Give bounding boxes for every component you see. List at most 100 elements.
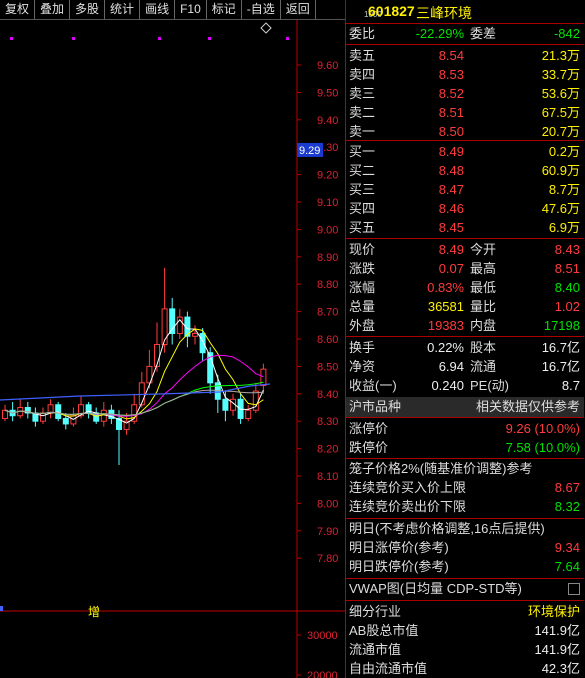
fin-label: 流通 (470, 359, 497, 374)
toolbar-button-0[interactable]: 复权 (0, 0, 36, 19)
buy-price: 8.48 (438, 163, 464, 178)
toolbar-button-4[interactable]: 画线 (140, 0, 176, 19)
y-tick-label: 8.60 (317, 334, 338, 346)
volume-tick-label: 30000 (307, 630, 338, 642)
buy-volume: 0.2万 (548, 144, 580, 159)
limit-row: 跌停价 7.58 (10.0%) (346, 439, 584, 457)
sell-row: 卖四 8.53 33.7万 (346, 66, 584, 84)
quote-label: 现价 (349, 242, 376, 257)
sell-label: 卖四 (349, 67, 376, 82)
buy-price: 8.49 (438, 144, 464, 159)
buy-label: 买一 (349, 144, 376, 159)
toolbar-button-2[interactable]: 多股 (70, 0, 106, 19)
y-tick-label: 9.60 (317, 60, 338, 72)
y-tick-label: 9.00 (317, 224, 338, 236)
sell-price: 8.54 (438, 48, 464, 63)
sell-price: 8.52 (438, 86, 464, 101)
quote-label: 今开 (470, 242, 497, 257)
stock-code[interactable]: 601827 (368, 3, 415, 19)
sell-row: 卖三 8.52 53.6万 (346, 85, 584, 103)
tomorrow-row: 明日涨停价(参考) 9.34 (346, 539, 584, 557)
cage-row: 连续竞价卖出价下限 8.32 (346, 498, 584, 516)
y-tick-label: 8.90 (317, 252, 338, 264)
buy-label: 买四 (349, 201, 376, 216)
buy-volume: 47.6万 (541, 201, 580, 216)
buy-label: 买三 (349, 182, 376, 197)
toolbar-button-6[interactable]: 标记 (207, 0, 242, 19)
candle-body (138, 382, 145, 406)
vwap-row[interactable]: VWAP图(日均量 CDP-STD等) (346, 580, 584, 598)
buy-row: 买一 8.49 0.2万 (346, 143, 584, 161)
toolbar-button-3[interactable]: 统计 (105, 0, 141, 19)
marker-dot (208, 37, 211, 40)
quote-label: 外盘 (349, 318, 376, 333)
marker-dot (10, 37, 13, 40)
industry-label: AB股总市值 (349, 623, 419, 638)
y-tick-label: 7.80 (317, 553, 338, 565)
fin-label: 股本 (470, 340, 497, 355)
industry-row: 细分行业 环境保护 (346, 603, 584, 621)
volume-tick-label: 20000 (307, 670, 338, 678)
tomorrow-value: 7.64 (554, 559, 580, 574)
fin-value: 0.22% (427, 340, 464, 355)
quote-value: 0.07 (438, 261, 464, 276)
toolbar-button-8[interactable]: 返回 (281, 0, 316, 19)
sell-row: 卖五 8.54 21.3万 (346, 47, 584, 65)
buy-row: 买五 8.45 6.9万 (346, 219, 584, 237)
weicha-value: -842 (553, 26, 580, 41)
weibi-value: -22.29% (415, 26, 464, 41)
fin-row: 换手 0.22% 股本 16.7亿 (346, 339, 584, 357)
industry-value: 42.3亿 (541, 661, 580, 676)
sell-price: 8.51 (438, 105, 464, 120)
y-tick-label: 7.90 (317, 526, 338, 538)
y-tick-label: 8.10 (317, 471, 338, 483)
fin-row: 净资 6.94 流通 16.7亿 (346, 358, 584, 376)
sell-volume: 21.3万 (541, 48, 580, 63)
quote-value: 19383 (427, 318, 464, 333)
kline-chart[interactable]: 9.609.509.409.309.209.109.008.908.808.70… (0, 20, 345, 678)
sell-price: 8.53 (438, 67, 464, 82)
quote-label: 总量 (349, 299, 376, 314)
sell-label: 卖一 (349, 124, 376, 139)
quote-value: 36581 (427, 299, 464, 314)
chart-toggle-icon[interactable] (568, 583, 580, 595)
market-row: 沪市品种 相关数据仅供参考 (346, 398, 584, 416)
quote-label: 最高 (470, 261, 497, 276)
tomorrow-label: 明日跌停价(参考) (349, 559, 449, 574)
candle-body (199, 333, 206, 354)
buy-label: 买二 (349, 163, 376, 178)
sell-row: 卖二 8.51 67.5万 (346, 104, 584, 122)
limit-value: 7.58 (10.0%) (505, 440, 580, 455)
fin-value: 6.94 (438, 359, 464, 374)
volume-indicator-label: 增 (88, 605, 100, 619)
marker-dot (72, 37, 75, 40)
industry-row: 流通市值 141.9亿 (346, 641, 584, 659)
volume-bar (0, 606, 3, 611)
sell-volume: 33.7万 (541, 67, 580, 82)
buy-row: 买四 8.46 47.6万 (346, 200, 584, 218)
y-tick-label: 9.20 (317, 170, 338, 182)
cage-title: 笼子价格2%(随基准价调整)参考 (349, 461, 533, 476)
quote-panel: 1000 601827 三峰环境 委比 -22.29% 委差 -842 沪市品种… (345, 0, 585, 678)
vwap-label[interactable]: VWAP图(日均量 CDP-STD等) (349, 580, 522, 598)
fin-label: 收益(一) (349, 378, 397, 393)
stock-name[interactable]: 三峰环境 (416, 3, 472, 23)
toolbar-button-7[interactable]: -自选 (242, 0, 281, 19)
sell-volume: 53.6万 (541, 86, 580, 101)
candle-body (245, 409, 252, 419)
quote-row: 现价 8.49 今开 8.43 (346, 241, 584, 259)
buy-volume: 8.7万 (548, 182, 580, 197)
quote-label: 涨幅 (349, 280, 376, 295)
candle-body (192, 333, 198, 337)
toolbar-button-1[interactable]: 叠加 (35, 0, 71, 19)
toolbar-button-5[interactable]: F10 (175, 0, 207, 19)
limit-row: 涨停价 9.26 (10.0%) (346, 420, 584, 438)
long-ma-line (0, 383, 271, 401)
y-tick-label: 8.20 (317, 444, 338, 456)
cage-row: 连续竞价买入价上限 8.67 (346, 479, 584, 497)
sell-label: 卖二 (349, 105, 376, 120)
buy-volume: 60.9万 (541, 163, 580, 178)
y-tick-label: 9.10 (317, 197, 338, 209)
industry-value: 环境保护 (527, 604, 580, 619)
fin-row: 收益(一) 0.240 PE(动) 8.7 (346, 377, 584, 395)
